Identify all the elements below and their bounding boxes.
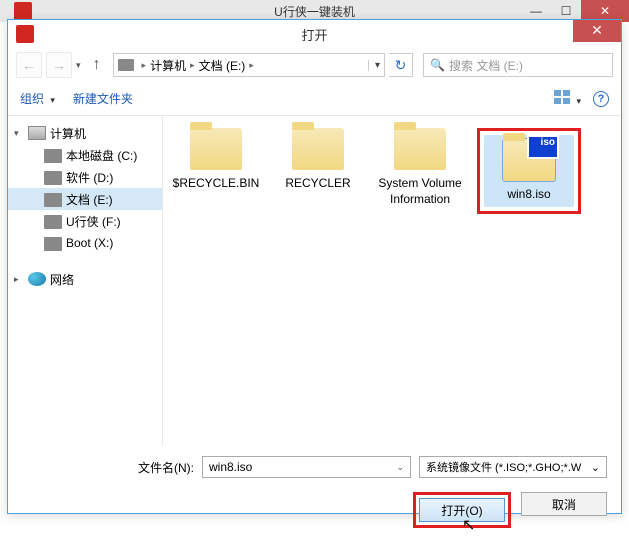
breadcrumb-sep: ▸ [142, 60, 147, 71]
filter-text: 系统镜像文件 (*.ISO;*.GHO;*.W [426, 459, 581, 475]
sidebar-item-computer[interactable]: ▾ 计算机 [8, 122, 162, 144]
sidebar-item-label: 网络 [50, 271, 74, 288]
sidebar-item-drive-c[interactable]: 本地磁盘 (C:) [8, 144, 162, 166]
sidebar-item-label: U行侠 (F:) [66, 213, 121, 230]
cancel-button-label: 取消 [552, 496, 576, 513]
sidebar-item-label: 软件 (D:) [66, 169, 113, 186]
forward-button[interactable]: → [46, 52, 72, 78]
breadcrumb-sep: ▸ [249, 60, 254, 71]
dialog-app-icon [16, 25, 34, 43]
filename-dropdown-icon[interactable]: ⌄ [396, 462, 404, 473]
iso-file-icon: iso [503, 139, 555, 181]
filename-input[interactable]: win8.iso ⌄ [202, 456, 411, 478]
search-placeholder: 搜索 文档 (E:) [449, 57, 523, 74]
drive-icon [118, 59, 134, 71]
open-file-dialog: 打开 ✕ ← → ▾ ↑ ▸ 计算机 ▸ 文档 (E:) ▸ ▾ ↻ 🔍 搜索 … [7, 19, 622, 514]
sidebar-item-label: 文档 (E:) [66, 191, 113, 208]
file-label: System Volume Information [375, 176, 465, 207]
highlight-box-open: 打开(O) ↖ [413, 492, 511, 528]
sidebar-item-label: 计算机 [50, 125, 86, 142]
view-mode-button[interactable]: ▾ [554, 90, 581, 107]
breadcrumb-drive[interactable]: 文档 (E:) [199, 57, 246, 74]
folder-icon [394, 128, 446, 170]
breadcrumb-computer[interactable]: 计算机 [150, 57, 186, 74]
dialog-title: 打开 [301, 25, 327, 44]
dialog-titlebar: 打开 ✕ [8, 20, 621, 48]
up-button[interactable]: ↑ [85, 53, 109, 77]
network-icon [28, 272, 46, 286]
organize-menu[interactable]: 组织 ▾ [20, 90, 55, 107]
toolbar: 组织 ▾ 新建文件夹 ▾ ? [8, 82, 621, 116]
drive-icon [44, 237, 62, 251]
sidebar-item-drive-e[interactable]: 文档 (E:) [8, 188, 162, 210]
sidebar-item-label: 本地磁盘 (C:) [66, 147, 137, 164]
sidebar-item-label: Boot (X:) [66, 236, 113, 250]
computer-icon [28, 126, 46, 140]
drive-icon [44, 171, 62, 185]
expander-icon[interactable]: ▸ [14, 274, 24, 285]
breadcrumb[interactable]: ▸ 计算机 ▸ 文档 (E:) ▸ ▾ [113, 53, 385, 77]
sidebar-item-drive-f[interactable]: U行侠 (F:) [8, 210, 162, 232]
navigation-row: ← → ▾ ↑ ▸ 计算机 ▸ 文档 (E:) ▸ ▾ ↻ 🔍 搜索 文档 (E… [8, 48, 621, 82]
parent-app-icon [14, 2, 32, 20]
drive-icon [44, 149, 62, 163]
sidebar-item-drive-d[interactable]: 软件 (D:) [8, 166, 162, 188]
file-type-filter[interactable]: 系统镜像文件 (*.ISO;*.GHO;*.W ⌄ [419, 456, 607, 478]
cancel-button[interactable]: 取消 [521, 492, 607, 516]
drive-icon [44, 193, 62, 207]
new-folder-button[interactable]: 新建文件夹 [73, 90, 133, 107]
breadcrumb-sep: ▸ [190, 60, 195, 71]
sidebar-item-drive-x[interactable]: Boot (X:) [8, 232, 162, 254]
file-item-recycler[interactable]: RECYCLER [273, 128, 363, 192]
file-item-win8-iso[interactable]: iso win8.iso [484, 135, 574, 207]
help-button[interactable]: ? [593, 91, 609, 107]
dialog-close-button[interactable]: ✕ [573, 20, 621, 42]
file-label: win8.iso [484, 187, 574, 203]
folder-icon [190, 128, 242, 170]
view-icon [554, 90, 570, 104]
refresh-button[interactable]: ↻ [389, 53, 413, 77]
sidebar-item-network[interactable]: ▸ 网络 [8, 268, 162, 290]
expander-icon[interactable]: ▾ [14, 128, 24, 139]
search-input[interactable]: 🔍 搜索 文档 (E:) [423, 53, 613, 77]
open-button[interactable]: 打开(O) ↖ [419, 498, 505, 522]
filename-label: 文件名(N): [138, 459, 194, 476]
parent-title: U行侠一键装机 [274, 3, 355, 20]
search-icon: 🔍 [430, 58, 445, 72]
folder-icon [292, 128, 344, 170]
history-dropdown[interactable]: ▾ [76, 60, 81, 71]
cursor-icon: ↖ [462, 515, 475, 535]
file-label: RECYCLER [273, 176, 363, 192]
file-item-recyclebin[interactable]: $RECYCLE.BIN [171, 128, 261, 192]
dialog-footer: 文件名(N): win8.iso ⌄ 系统镜像文件 (*.ISO;*.GHO;*… [8, 446, 621, 542]
sidebar: ▾ 计算机 本地磁盘 (C:) 软件 (D:) 文档 (E:) U行侠 (F:) [8, 116, 163, 446]
highlight-box-win8: iso win8.iso [477, 128, 581, 214]
back-button[interactable]: ← [16, 52, 42, 78]
breadcrumb-dropdown[interactable]: ▾ [368, 60, 380, 71]
drive-icon [44, 215, 62, 229]
filename-value: win8.iso [209, 460, 252, 474]
filter-dropdown-icon[interactable]: ⌄ [591, 461, 600, 474]
file-list[interactable]: $RECYCLE.BIN RECYCLER System Volume Info… [163, 116, 621, 446]
file-item-svi[interactable]: System Volume Information [375, 128, 465, 207]
file-label: $RECYCLE.BIN [171, 176, 261, 192]
